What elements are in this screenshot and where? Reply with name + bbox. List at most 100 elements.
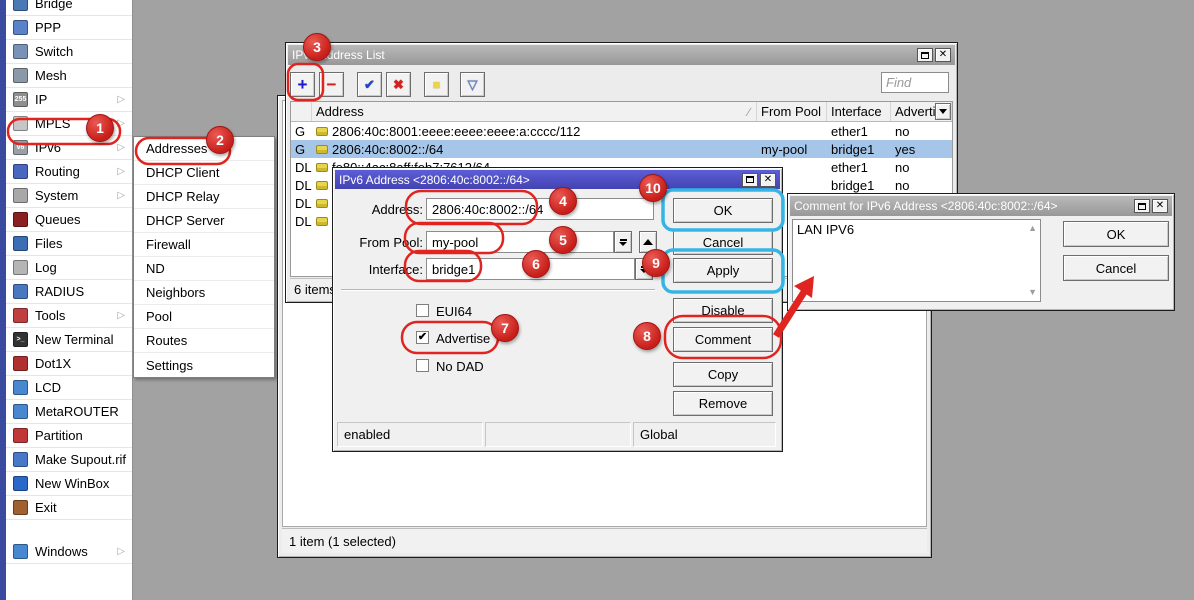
checkbox[interactable] (416, 359, 429, 372)
maximize-button[interactable] (1134, 199, 1150, 213)
sidebar-item-icon: >_ (13, 332, 28, 347)
sidebar-item[interactable]: New WinBox (6, 472, 132, 496)
sidebar-item-icon (13, 236, 28, 251)
from-pool-column-header[interactable]: From Pool (757, 102, 827, 121)
table-row[interactable]: G 2806:40c:8001:eeee:eeee:eeee:a:cccc/11… (291, 122, 952, 140)
comment-textarea[interactable]: LAN IPV6 ▲ ▼ (792, 219, 1041, 302)
maximize-button[interactable] (917, 48, 933, 62)
sidebar-item[interactable]: MetaROUTER (6, 400, 132, 424)
sidebar-item[interactable]: Switch (6, 40, 132, 64)
sidebar-item-label: Routing (35, 164, 80, 179)
main-menu: Bridge PPP Switch Mesh 255 (6, 0, 132, 564)
dialog-button[interactable]: Copy (673, 362, 773, 387)
dialog-button[interactable]: Comment (673, 327, 773, 352)
submenu-item[interactable]: DHCP Relay (134, 185, 274, 209)
main-menu-sidebar: Bridge PPP Switch Mesh 255 (0, 0, 133, 600)
sidebar-item[interactable]: Make Supout.rif (6, 448, 132, 472)
chevron-down-icon (939, 109, 947, 114)
sidebar-item-label: Tools (35, 308, 65, 323)
sidebar-item[interactable]: Partition (6, 424, 132, 448)
sidebar-item[interactable]: Windows ▷ (6, 540, 132, 564)
sidebar-item[interactable]: >_ New Terminal (6, 328, 132, 352)
submenu-item[interactable]: Neighbors (134, 281, 274, 305)
sidebar-item[interactable]: Log (6, 256, 132, 280)
row-advertise: no (891, 158, 952, 176)
sidebar-item[interactable]: Exit (6, 496, 132, 520)
dialog-statusbar: enabled Global (337, 422, 778, 447)
submenu-item[interactable]: Addresses (134, 137, 274, 161)
sidebar-item[interactable]: Dot1X (6, 352, 132, 376)
ipv6-address-dialog: IPv6 Address <2806:40c:8002::/64> ✕ Addr… (332, 167, 783, 452)
submenu-item[interactable]: Firewall (134, 233, 274, 257)
submenu-item[interactable]: Routes (134, 329, 274, 353)
submenu-item[interactable]: ND (134, 257, 274, 281)
submenu-item[interactable]: Settings (134, 353, 274, 377)
interface-value: bridge1 (432, 262, 475, 277)
comment-dialog-titlebar[interactable]: Comment for IPv6 Address <2806:40c:8002:… (790, 196, 1172, 216)
flag-column-header[interactable] (291, 102, 312, 121)
from-pool-collapse-button[interactable] (639, 231, 657, 253)
submenu-item-label: Routes (146, 333, 187, 348)
toolbar-button-icon: ✖ (393, 78, 404, 91)
comment-dialog-button[interactable]: OK (1063, 221, 1169, 247)
dialog-button[interactable]: OK (673, 198, 773, 223)
sidebar-item[interactable]: 255 IP ▷ (6, 88, 132, 112)
dropdown-icon (619, 239, 627, 246)
dialog-button[interactable]: Remove (673, 391, 773, 416)
comment-button[interactable]: ■ (424, 72, 449, 97)
scroll-up-icon[interactable]: ▲ (1028, 224, 1037, 233)
column-select-button[interactable] (935, 103, 951, 120)
address-field[interactable]: 2806:40c:8002::/64 (426, 198, 654, 220)
disable-button[interactable]: ✖ (386, 72, 411, 97)
toolbar-button-icon: + (298, 76, 308, 93)
submenu-item[interactable]: Pool (134, 305, 274, 329)
sidebar-item[interactable]: Files (6, 232, 132, 256)
enable-button[interactable]: ✔ (357, 72, 382, 97)
toolbar-button-icon: − (327, 76, 337, 93)
close-button[interactable]: ✕ (760, 173, 776, 187)
row-address: 2806:40c:8001:eeee:eeee:eeee:a:cccc/112 (312, 122, 757, 140)
filter-button[interactable]: ▽ (460, 72, 485, 97)
close-button[interactable]: ✕ (935, 48, 951, 62)
find-input[interactable] (881, 72, 949, 93)
submenu-item[interactable]: DHCP Server (134, 209, 274, 233)
submenu-arrow-icon: ▷ (117, 546, 125, 557)
checkbox[interactable] (416, 304, 429, 317)
submenu-item[interactable]: DHCP Client (134, 161, 274, 185)
sidebar-item-icon (13, 500, 28, 515)
sidebar-item[interactable]: PPP (6, 16, 132, 40)
sidebar-item[interactable]: v6 IPv6 ▷ (6, 136, 132, 160)
dialog-button[interactable]: Apply (673, 258, 773, 283)
from-pool-field[interactable]: my-pool (426, 231, 614, 253)
comment-dialog-button[interactable]: Cancel (1063, 255, 1169, 281)
address-column-header[interactable]: Address ∕ (312, 102, 757, 121)
address-table-header: Address ∕ From Pool Interface Advertise (291, 102, 952, 122)
sidebar-item[interactable]: Routing ▷ (6, 160, 132, 184)
maximize-button[interactable] (742, 173, 758, 187)
scroll-down-icon[interactable]: ▼ (1028, 288, 1037, 297)
remove-button[interactable]: − (319, 72, 344, 97)
dialog-button[interactable]: Disable (673, 298, 773, 323)
sidebar-item[interactable]: Tools ▷ (6, 304, 132, 328)
checkbox[interactable]: ✔ (416, 331, 429, 344)
from-pool-dropdown-button[interactable] (614, 231, 632, 253)
sidebar-item-icon (13, 68, 28, 83)
sidebar-item-label: MPLS (35, 116, 70, 131)
dialog-button[interactable]: Cancel (673, 230, 773, 255)
sidebar-item[interactable]: Mesh (6, 64, 132, 88)
interface-field[interactable]: bridge1 (426, 258, 635, 280)
sidebar-item[interactable]: RADIUS (6, 280, 132, 304)
sidebar-item[interactable]: MPLS ▷ (6, 112, 132, 136)
sidebar-item[interactable]: Bridge (6, 0, 132, 16)
close-button[interactable]: ✕ (1152, 199, 1168, 213)
sidebar-item[interactable]: Queues (6, 208, 132, 232)
sidebar-item[interactable]: LCD (6, 376, 132, 400)
ipv6-address-list-titlebar[interactable]: IPv6 Address List ✕ (288, 45, 955, 65)
add-button[interactable]: + (290, 72, 315, 97)
interface-dropdown-button[interactable] (635, 258, 653, 280)
sidebar-item-label: LCD (35, 380, 61, 395)
sidebar-item[interactable]: System ▷ (6, 184, 132, 208)
ipv6-address-dialog-titlebar[interactable]: IPv6 Address <2806:40c:8002::/64> ✕ (335, 170, 780, 189)
interface-column-header[interactable]: Interface (827, 102, 891, 121)
table-row[interactable]: G 2806:40c:8002::/64 my-pool bridge1 yes (291, 140, 952, 158)
